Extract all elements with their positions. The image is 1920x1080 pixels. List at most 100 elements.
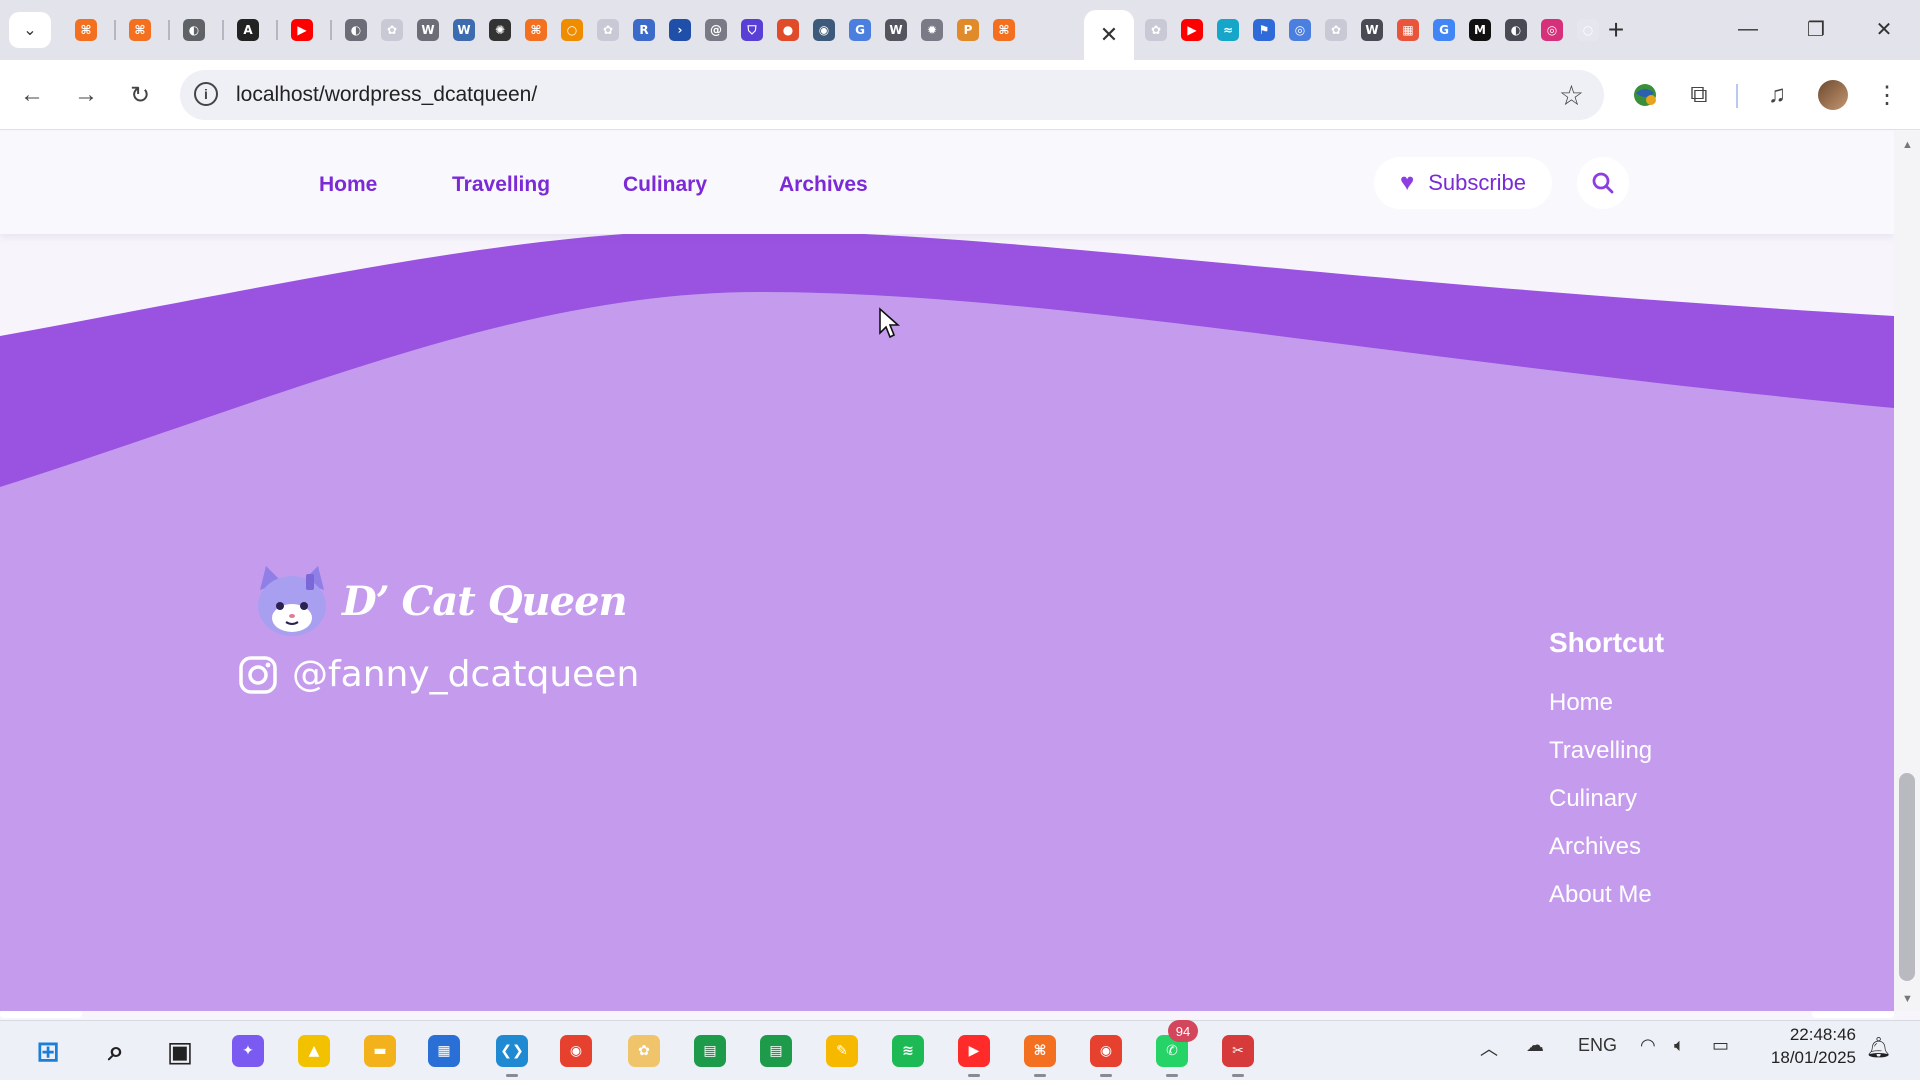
shortcut-home[interactable]: Home [1549,689,1652,737]
taskbar-snipping-tool[interactable]: ✂ [1218,1031,1258,1077]
restore-button[interactable]: ❐ [1786,8,1846,50]
search-button[interactable] [1577,157,1629,209]
profile-avatar[interactable] [1818,80,1848,110]
back-button[interactable]: ← [12,75,52,115]
tab-paw-icon[interactable]: ✿ [592,14,624,46]
tab-wordpress-icon[interactable]: W [880,14,912,46]
tab-wordpress-icon[interactable]: W [448,14,480,46]
active-tab[interactable]: ✕ [1084,10,1134,60]
tab-search-button[interactable]: ⌄ [9,12,51,48]
tab-openai-icon[interactable]: ✺ [484,14,516,46]
taskbar-app-triangle[interactable]: ▲ [294,1031,334,1071]
shortcut-about-me[interactable]: About Me [1549,881,1652,929]
media-control-icon[interactable]: ♫ [1758,76,1796,114]
tab-shield-icon[interactable]: ⛉ [736,14,768,46]
tab-gear-icon[interactable]: ✹ [916,14,948,46]
scroll-down-arrow-icon[interactable]: ▼ [1902,993,1913,1005]
tab-terminal-icon[interactable]: › [664,14,696,46]
extensions-puzzle-icon[interactable]: ⧉ [1680,76,1718,114]
chrome-menu-icon[interactable]: ⋮ [1868,76,1906,114]
taskbar-spotify[interactable]: ≋ [888,1031,928,1071]
nav-travelling[interactable]: Travelling [452,173,550,197]
language-indicator[interactable]: ENG [1578,1035,1617,1056]
tab-xampp-icon[interactable]: ⌘ [520,14,552,46]
wifi-icon[interactable]: ◠ [1640,1035,1656,1056]
tab-grid-icon[interactable]: ▦ [1392,14,1424,46]
tab-phpmyadmin-icon[interactable]: P [952,14,984,46]
tab-chrome-web-icon[interactable]: ◎ [1284,14,1316,46]
extension-globe-icon[interactable] [1626,76,1664,114]
taskbar-vscode[interactable]: ❮❯ [492,1031,532,1077]
tab-wordpress-icon[interactable]: W [412,14,444,46]
notification-bell-icon[interactable]: 🔔︎ [1866,1035,1891,1060]
scrollbar-thumb[interactable] [1899,773,1915,981]
taskbar-search[interactable]: ⌕ [96,1031,136,1071]
nav-culinary[interactable]: Culinary [623,173,707,197]
tab-font-icon[interactable]: A [232,14,264,46]
tab-steam-icon[interactable]: ◉ [808,14,840,46]
tab-repo-icon[interactable]: R [628,14,660,46]
nav-archives[interactable]: Archives [779,173,868,197]
minimize-button[interactable]: — [1718,8,1778,50]
tab-paw-icon[interactable]: ✿ [376,14,408,46]
tab-xampp-icon[interactable]: ⌘ [70,14,102,46]
tab-link-icon[interactable]: @ [700,14,732,46]
shortcut-culinary[interactable]: Culinary [1549,785,1652,833]
tab-instagram-icon[interactable]: ◎ [1536,14,1568,46]
footer-brand-title[interactable]: D’ Cat Queen [342,578,628,625]
bookmark-star-icon[interactable]: ☆ [1559,79,1584,112]
reload-button[interactable]: ↻ [120,75,160,115]
page-vertical-scrollbar[interactable]: ▲ ▼ [1894,131,1920,1011]
tab-xampp-icon[interactable]: ⌘ [124,14,156,46]
scroll-up-arrow-icon[interactable]: ▲ [1902,139,1913,151]
taskbar-classroom-icon-2[interactable]: ▤ [756,1031,796,1071]
tab-globe-icon[interactable]: ◐ [178,14,210,46]
onedrive-cloud-icon[interactable]: ☁ [1526,1035,1544,1056]
tab-translate-icon[interactable]: G [844,14,876,46]
shortcut-travelling[interactable]: Travelling [1549,737,1652,785]
youtube-music-icon: ▶ [958,1035,990,1067]
taskbar-task-view[interactable]: ▣ [160,1031,200,1071]
taskbar-chrome-profile[interactable]: ◉ [1086,1031,1126,1077]
nav-home[interactable]: Home [319,173,377,197]
tab-globe-icon[interactable]: ◐ [1500,14,1532,46]
volume-icon[interactable]: 🔈︎ [1674,1035,1685,1056]
close-tab-icon[interactable]: ✕ [1100,22,1118,48]
taskbar-keep[interactable]: ✎ [822,1031,862,1071]
forward-button[interactable]: → [66,75,106,115]
web-page: Home Travelling Culinary Archives ♥ Subs… [0,131,1894,1011]
taskbar-paw-app[interactable]: ✿ [624,1031,664,1071]
tab-xampp-icon[interactable]: ⌘ [988,14,1020,46]
tab-medium-icon[interactable]: M [1464,14,1496,46]
tab-youtube-icon[interactable]: ▶ [1176,14,1208,46]
tab-w3c-icon[interactable]: W [1356,14,1388,46]
url-text[interactable]: localhost/wordpress_dcatqueen/ [236,83,537,107]
tab-tailwind-icon[interactable]: ≈ [1212,14,1244,46]
taskbar-microsoft-store[interactable]: ▦ [424,1031,464,1071]
taskbar-youtube-music[interactable]: ▶ [954,1031,994,1077]
taskbar-classroom[interactable]: ▤ [690,1031,730,1071]
taskbar-chrome[interactable]: ◉ [556,1031,596,1071]
instagram-link[interactable]: @fanny_dcatqueen [238,654,639,695]
tab-youtube-icon[interactable]: ▶ [286,14,318,46]
tab-paw-icon[interactable]: ✿ [1320,14,1352,46]
system-clock[interactable]: 22:48:46 18/01/2025 [1752,1023,1856,1069]
new-tab-button[interactable]: + [1598,12,1634,48]
tab-globe-icon[interactable]: ◐ [340,14,372,46]
address-bar[interactable]: i localhost/wordpress_dcatqueen/ ☆ [180,70,1604,120]
taskbar-xampp[interactable]: ⌘ [1020,1031,1060,1077]
shortcut-archives[interactable]: Archives [1549,833,1652,881]
taskbar-file-explorer[interactable]: ▬ [360,1031,400,1071]
subscribe-button[interactable]: ♥ Subscribe [1374,157,1552,209]
taskbar-copilot[interactable]: ✦ [228,1031,268,1071]
tab-flag-icon[interactable]: ⚑ [1248,14,1280,46]
tab-dots-icon[interactable]: ● [772,14,804,46]
tab-google-icon[interactable]: G [1428,14,1460,46]
site-info-icon[interactable]: i [194,82,218,106]
battery-icon[interactable]: ▭ [1712,1035,1729,1056]
tab-circle-icon[interactable]: ○ [556,14,588,46]
tab-paw-icon[interactable]: ✿ [1140,14,1172,46]
show-hidden-icons-chevron-icon[interactable]: ︿ [1480,1035,1498,1061]
close-window-button[interactable]: ✕ [1854,8,1914,50]
taskbar-windows-start[interactable]: ⊞ [28,1031,68,1071]
